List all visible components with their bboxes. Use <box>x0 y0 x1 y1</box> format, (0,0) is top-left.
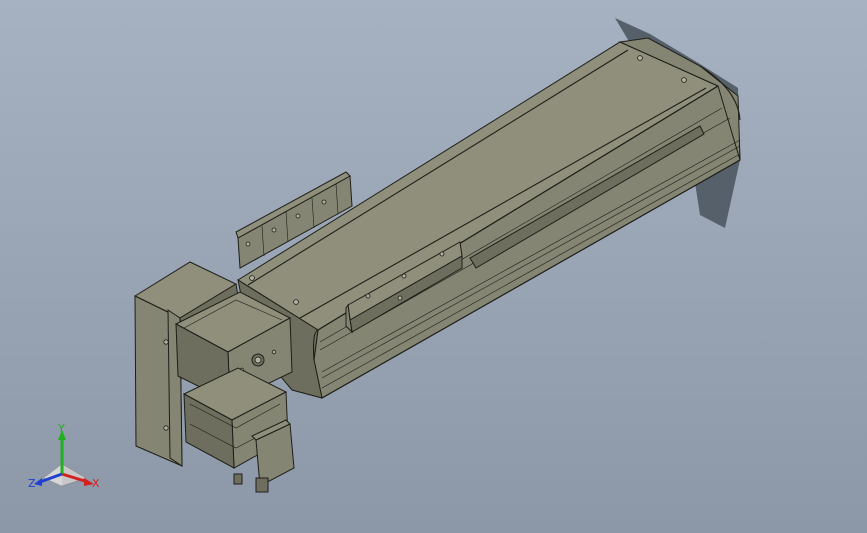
cad-scene[interactable]: X Y Z <box>0 0 867 533</box>
cad-viewport[interactable]: X Y Z <box>0 0 867 533</box>
carriage-hole <box>401 273 407 279</box>
carriage-hole <box>439 251 445 257</box>
x-axis-label: X <box>92 477 100 490</box>
carriage-hole <box>397 295 403 301</box>
stepper-motor[interactable] <box>182 367 295 493</box>
screw-hole <box>637 55 643 61</box>
coordinate-triad: X Y Z <box>28 422 100 490</box>
screw-hole <box>293 299 299 305</box>
y-axis-label: Y <box>57 422 65 435</box>
z-axis-label: Z <box>28 477 36 490</box>
carriage-hole <box>365 293 371 299</box>
screw-hole <box>681 77 687 83</box>
screw-hole <box>249 275 255 281</box>
motor-connector <box>255 477 269 493</box>
